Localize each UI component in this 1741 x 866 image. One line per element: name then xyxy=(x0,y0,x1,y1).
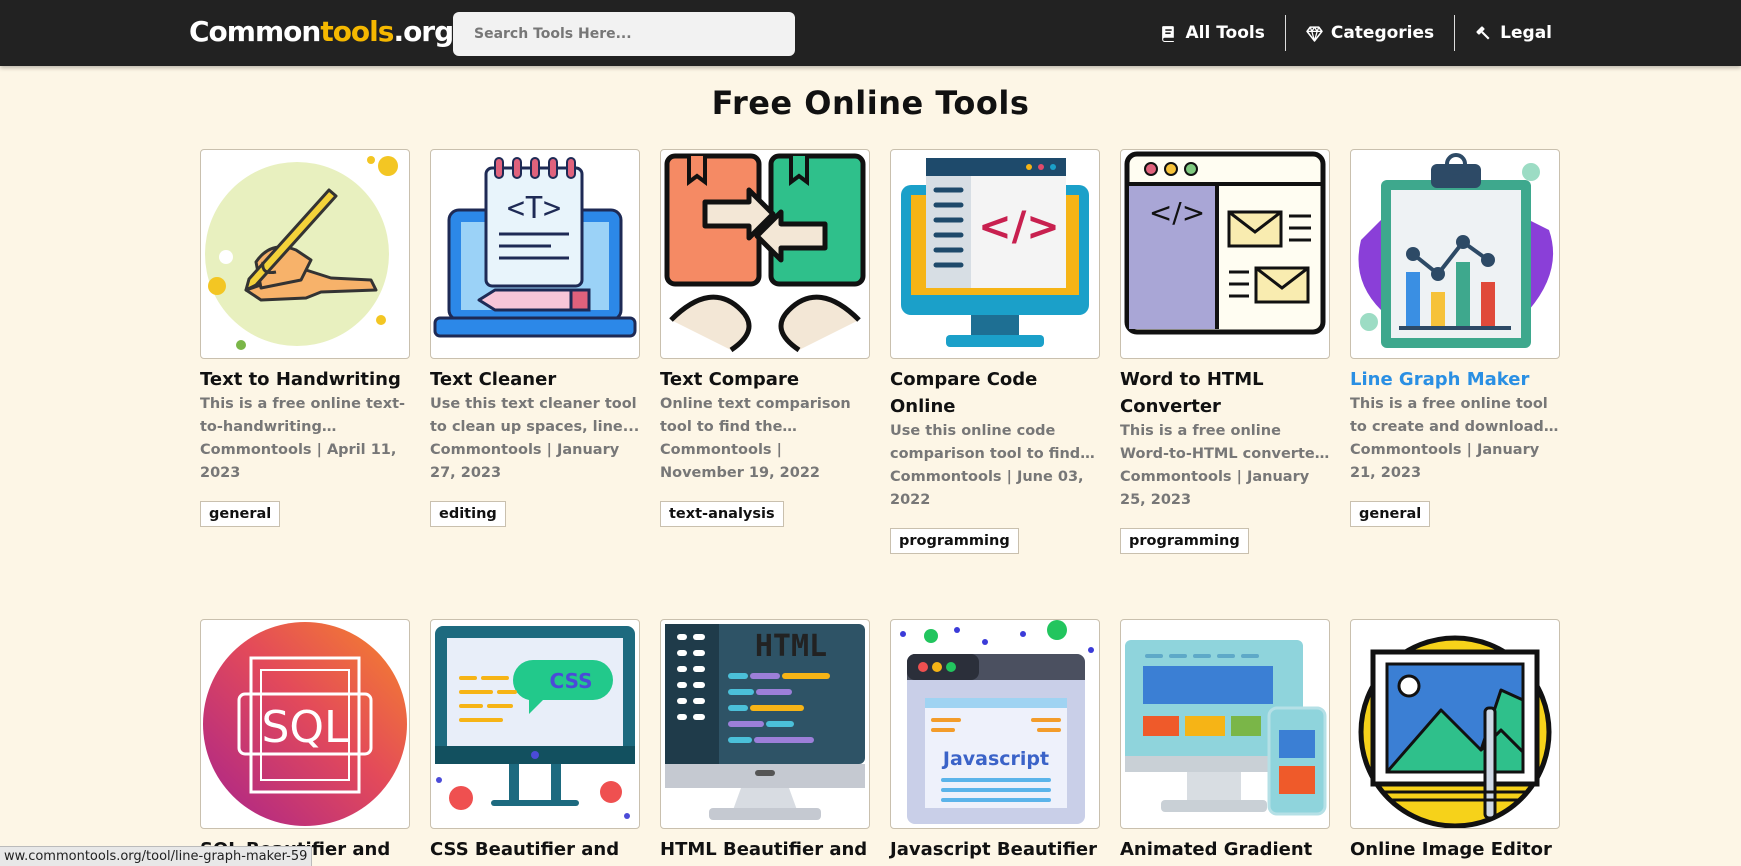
logo-part-org: .org xyxy=(393,15,454,48)
tool-card[interactable]: Text to Handwriting This is a free onlin… xyxy=(200,149,410,527)
tool-card[interactable]: CSS CSS Beautifier and xyxy=(430,619,640,863)
tool-card[interactable]: HTML HTML Beautifier and xyxy=(660,619,870,863)
tool-card[interactable]: Animated Gradient xyxy=(1120,619,1330,863)
tool-card-image[interactable] xyxy=(200,149,410,359)
tool-card-image[interactable]: <T> xyxy=(430,149,640,359)
tool-card-description: This is a free online tool to create and… xyxy=(1350,396,1548,435)
tool-card-title[interactable]: Text Compare xyxy=(660,366,870,393)
text-compare-icon xyxy=(664,153,866,353)
tool-card-meta: Commontools | June 03, 2022 xyxy=(890,469,1084,508)
tool-card[interactable]: </> Word to HTML Converter This is a fre… xyxy=(1120,149,1330,554)
tool-card-meta: Commontools | January 27, 2023 xyxy=(430,442,620,481)
diamond-icon xyxy=(1306,25,1323,42)
tool-card-description: Use this text cleaner tool to clean up s… xyxy=(430,396,640,435)
tool-card-title[interactable]: Javascript Beautifier xyxy=(890,836,1100,863)
tool-card-meta: Commontools | January 25, 2023 xyxy=(1120,469,1310,508)
css-label: CSS xyxy=(550,669,593,693)
tool-card-description: Online text comparison tool to find the … xyxy=(660,396,851,435)
handwriting-icon xyxy=(205,156,398,350)
tool-card-title[interactable]: Word to HTML Converter xyxy=(1120,366,1330,420)
code-compare-icon: </> xyxy=(901,158,1089,347)
tool-card-title[interactable]: Line Graph Maker xyxy=(1350,366,1560,393)
tool-card-image[interactable]: Javascript xyxy=(890,619,1100,829)
status-bar-url: ww.commontools.org/tool/line-graph-maker… xyxy=(0,846,313,866)
nav-all-tools-label: All Tools xyxy=(1185,23,1265,43)
html-icon: HTML xyxy=(665,624,865,820)
tool-card-description: This is a free online Word-to-HTML conve… xyxy=(1120,423,1322,462)
tool-card-tag[interactable]: general xyxy=(200,501,281,527)
site-logo[interactable]: Commontools.org xyxy=(189,14,454,50)
tool-card[interactable]: Javascript Javascript Beautifier xyxy=(890,619,1100,863)
tool-card-image[interactable] xyxy=(1350,619,1560,829)
tool-card-image[interactable]: </> xyxy=(890,149,1100,359)
tool-card-image[interactable]: HTML xyxy=(660,619,870,829)
html-label: HTML xyxy=(755,629,827,664)
tool-card-description: Use this online code comparison tool to … xyxy=(890,423,1081,462)
text-cleaner-letter: <T> xyxy=(507,191,561,226)
gavel-icon xyxy=(1476,25,1490,40)
tool-card-tag[interactable]: programming xyxy=(1120,528,1249,554)
sql-label: SQL xyxy=(261,702,349,753)
tool-card-image[interactable]: SQL xyxy=(200,619,410,829)
tool-card[interactable]: <T> Text Cleaner Use this text cleaner t… xyxy=(430,149,640,527)
tool-card-meta: Commontools | April 11, 2023 xyxy=(200,442,397,481)
tool-card-tag[interactable]: text-analysis xyxy=(660,501,784,527)
javascript-icon: Javascript xyxy=(900,620,1094,824)
tool-card-title[interactable]: Animated Gradient xyxy=(1120,836,1330,863)
tool-card[interactable]: </> Compare Code Online Use this online … xyxy=(890,149,1100,554)
tool-card-tag[interactable]: programming xyxy=(890,528,1019,554)
nav-categories[interactable]: Categories xyxy=(1284,15,1454,51)
word-to-html-icon: </> xyxy=(1124,151,1326,335)
nav-categories-label: Categories xyxy=(1330,23,1435,43)
tool-card[interactable]: SQL SQL Beautifier and xyxy=(200,619,410,863)
image-editor-icon xyxy=(1358,635,1552,828)
tool-card-meta: Commontools | November 19, 2022 xyxy=(660,442,820,481)
tool-card[interactable]: Line Graph Maker This is a free online t… xyxy=(1350,149,1560,527)
tool-card-image[interactable] xyxy=(660,149,870,359)
nav-all-tools[interactable]: All Tools xyxy=(1140,15,1284,51)
tool-card-tag[interactable]: editing xyxy=(430,501,506,527)
tool-card-title[interactable]: Text to Handwriting xyxy=(200,366,410,393)
text-cleaner-icon: <T> xyxy=(433,157,637,338)
css-icon: CSS xyxy=(435,626,635,819)
tool-card-tag[interactable]: general xyxy=(1350,501,1431,527)
search-input[interactable] xyxy=(453,12,795,56)
word-html-symbol: </> xyxy=(1149,196,1205,229)
nav-legal[interactable]: Legal xyxy=(1454,15,1741,51)
tool-card-title[interactable]: Text Cleaner xyxy=(430,366,640,393)
tool-card[interactable]: Online Image Editor xyxy=(1350,619,1560,863)
nav-legal-label: Legal xyxy=(1500,23,1552,43)
tool-card-image[interactable]: CSS xyxy=(430,619,640,829)
tool-card-title[interactable]: Compare Code Online xyxy=(890,366,1100,420)
logo-part-common: Common xyxy=(189,15,321,48)
line-graph-icon xyxy=(1358,153,1554,348)
sql-icon: SQL xyxy=(203,622,407,826)
tool-card-image[interactable]: </> xyxy=(1120,149,1330,359)
tool-card-image[interactable] xyxy=(1120,619,1330,829)
tool-card-description: This is a free online text-to-handwritin… xyxy=(200,396,406,435)
main-nav: All Tools Categories Legal xyxy=(1140,13,1741,53)
javascript-label: Javascript xyxy=(941,748,1049,770)
tool-card-title[interactable]: CSS Beautifier and xyxy=(430,836,640,863)
logo-part-tools: tools xyxy=(320,15,394,48)
tool-card-meta: Commontools | January 21, 2023 xyxy=(1350,442,1540,481)
tool-card-title[interactable]: Online Image Editor xyxy=(1350,836,1560,863)
tool-card-image[interactable] xyxy=(1350,149,1560,359)
header: Commontools.org All Tools Categories Leg… xyxy=(0,0,1741,66)
tool-card-title[interactable]: HTML Beautifier and xyxy=(660,836,870,863)
book-icon xyxy=(1162,25,1175,42)
page-title: Free Online Tools xyxy=(711,84,1030,122)
gradient-icon xyxy=(1125,640,1327,816)
tool-card[interactable]: Text Compare Online text comparison tool… xyxy=(660,149,870,527)
code-compare-symbol: </> xyxy=(978,204,1060,250)
